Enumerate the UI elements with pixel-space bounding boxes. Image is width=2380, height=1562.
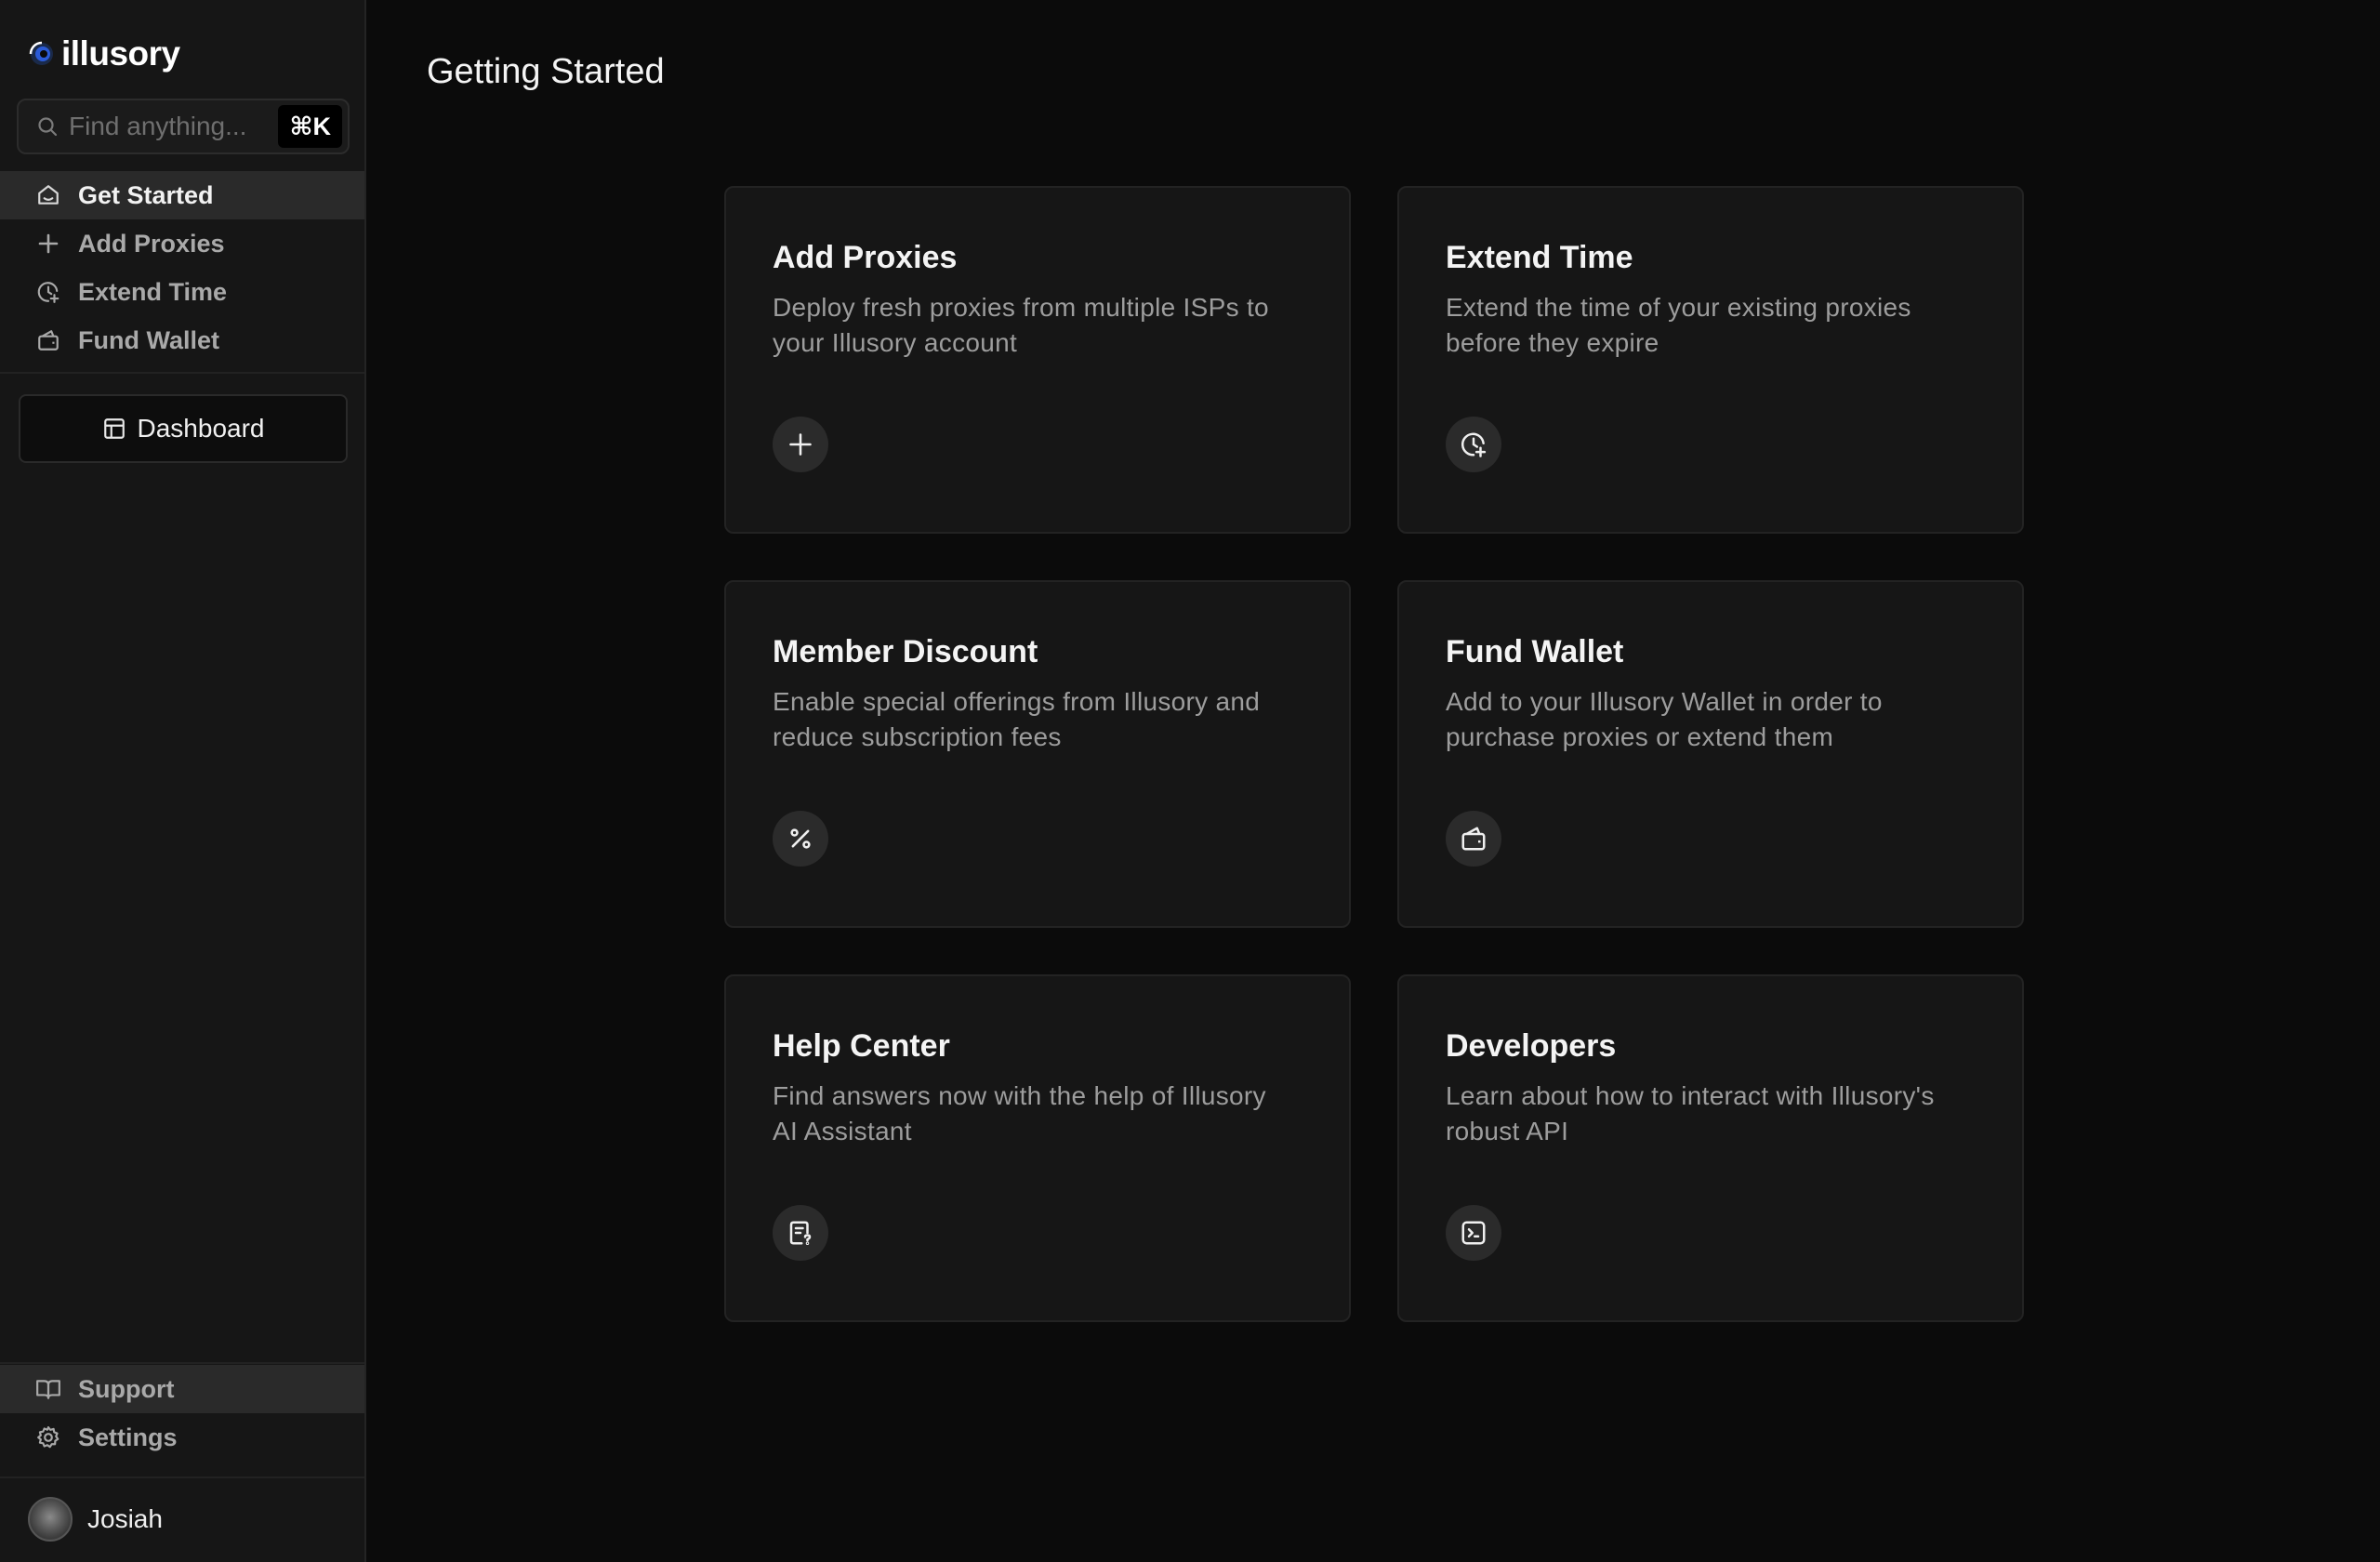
search-bar[interactable]: ⌘K xyxy=(17,99,350,154)
search-input[interactable] xyxy=(60,112,279,141)
card-help-center[interactable]: Help Center Find answers now with the he… xyxy=(724,974,1351,1322)
gear-icon xyxy=(35,1424,61,1450)
home-icon xyxy=(35,182,61,208)
clock-plus-icon xyxy=(35,279,61,305)
sidebar-item-label: Fund Wallet xyxy=(78,325,219,354)
plus-icon xyxy=(773,417,828,472)
terminal-icon xyxy=(1446,1205,1501,1261)
card-description: Learn about how to interact with Illusor… xyxy=(1446,1081,1935,1145)
sidebar-item-label: Settings xyxy=(78,1423,178,1451)
card-title: Add Proxies xyxy=(773,240,958,275)
sidebar-divider xyxy=(0,372,364,374)
card-add-proxies[interactable]: Add Proxies Deploy fresh proxies from mu… xyxy=(724,186,1351,534)
sidebar-nav: Get Started Add Proxies Extend Time Fund… xyxy=(0,171,364,364)
sidebar-divider xyxy=(0,1476,364,1478)
sidebar-item-settings[interactable]: Settings xyxy=(0,1413,364,1462)
dashboard-label: Dashboard xyxy=(137,414,265,443)
wallet-icon xyxy=(1446,811,1501,867)
search-icon xyxy=(35,114,60,139)
card-title: Developers xyxy=(1446,1028,1617,1064)
card-member-discount[interactable]: Member Discount Enable special offerings… xyxy=(724,580,1351,928)
wallet-icon xyxy=(35,327,61,353)
sidebar-item-label: Support xyxy=(78,1374,175,1403)
card-fund-wallet[interactable]: Fund Wallet Add to your Illusory Wallet … xyxy=(1397,580,2024,928)
card-description: Add to your Illusory Wallet in order to … xyxy=(1446,687,1883,751)
card-title: Help Center xyxy=(773,1028,950,1064)
card-description: Extend the time of your existing proxies… xyxy=(1446,293,1911,357)
sidebar-item-fund-wallet[interactable]: Fund Wallet xyxy=(0,316,364,364)
book-icon xyxy=(35,1376,61,1402)
card-title: Member Discount xyxy=(773,634,1038,669)
eye-logo-icon xyxy=(28,40,56,68)
brand-name: illusory xyxy=(61,34,180,73)
card-developers[interactable]: Developers Learn about how to interact w… xyxy=(1397,974,2024,1322)
sidebar-item-add-proxies[interactable]: Add Proxies xyxy=(0,219,364,268)
layout-icon xyxy=(102,417,126,441)
user-name: Josiah xyxy=(87,1504,163,1533)
sidebar-item-label: Get Started xyxy=(78,180,214,209)
shortcut-badge: ⌘K xyxy=(278,105,342,148)
page-title: Getting Started xyxy=(427,52,665,91)
sidebar: illusory ⌘K Get Started xyxy=(0,0,366,1562)
clock-plus-icon xyxy=(1446,417,1501,472)
user-profile[interactable]: Josiah xyxy=(28,1497,163,1542)
plus-icon xyxy=(35,231,61,257)
sidebar-item-label: Add Proxies xyxy=(78,229,225,258)
card-description: Enable special offerings from Illusory a… xyxy=(773,687,1261,751)
app-window: illusory ⌘K Get Started xyxy=(0,0,2380,1562)
card-description: Deploy fresh proxies from multiple ISPs … xyxy=(773,293,1269,357)
card-extend-time[interactable]: Extend Time Extend the time of your exis… xyxy=(1397,186,2024,534)
card-title: Fund Wallet xyxy=(1446,634,1624,669)
avatar xyxy=(28,1497,73,1542)
sidebar-item-support[interactable]: Support xyxy=(0,1365,364,1413)
card-title: Extend Time xyxy=(1446,240,1633,275)
percent-icon xyxy=(773,811,828,867)
card-description: Find answers now with the help of Illuso… xyxy=(773,1081,1266,1145)
sidebar-item-get-started[interactable]: Get Started xyxy=(0,171,364,219)
sidebar-divider xyxy=(0,1362,364,1364)
brand-logo[interactable]: illusory xyxy=(28,32,180,76)
help-document-icon xyxy=(773,1205,828,1261)
sidebar-bottom-nav: Support Settings xyxy=(0,1365,364,1462)
sidebar-item-extend-time[interactable]: Extend Time xyxy=(0,268,364,316)
sidebar-item-label: Extend Time xyxy=(78,277,228,306)
dashboard-button[interactable]: Dashboard xyxy=(19,394,348,463)
